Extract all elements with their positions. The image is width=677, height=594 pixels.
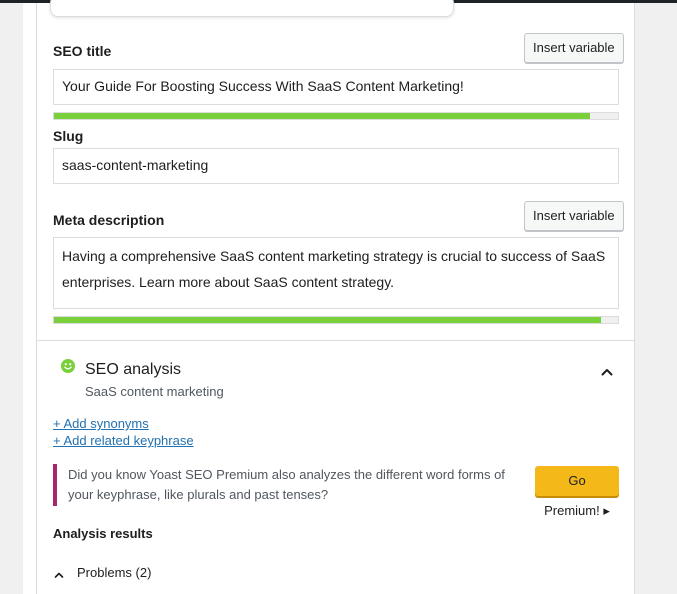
add-synonyms-link[interactable]: + Add synonyms	[53, 416, 149, 431]
meta-description-progress-bar	[53, 316, 619, 324]
slug-input[interactable]: saas-content-marketing	[53, 148, 619, 184]
yoast-seo-panel: SEO title Insert variable Your Guide For…	[36, 0, 635, 594]
left-gutter	[0, 3, 23, 594]
seo-analysis-title: SEO analysis	[85, 361, 182, 378]
section-divider	[37, 340, 635, 341]
seo-title-progress-bar	[53, 112, 619, 120]
analysis-results-heading: Analysis results	[53, 526, 153, 541]
seo-analysis-keyphrase: SaaS content marketing	[85, 384, 224, 399]
meta-description-progress-fill	[54, 317, 602, 323]
add-related-keyphrase-link[interactable]: + Add related keyphrase	[53, 433, 194, 448]
meta-description-label: Meta description	[53, 212, 165, 228]
seo-title-input[interactable]: Your Guide For Boosting Success With Saa…	[53, 69, 619, 105]
editor-left-edge	[23, 3, 36, 594]
seo-title-label: SEO title	[53, 43, 112, 59]
premium-upsell-notice: Did you know Yoast SEO Premium also anal…	[53, 464, 619, 518]
right-gutter	[635, 3, 677, 594]
go-premium-button[interactable]: Go Premium! ▸	[535, 466, 619, 518]
premium-upsell-text: Did you know Yoast SEO Premium also anal…	[68, 467, 505, 502]
snippet-preview-card-bottom	[50, 0, 454, 17]
smiley-icon	[61, 359, 75, 373]
seo-title-progress-fill	[54, 113, 590, 119]
chevron-up-icon[interactable]	[600, 365, 614, 379]
seo-title-insert-variable-button[interactable]: Insert variable	[524, 33, 624, 63]
slug-label: Slug	[53, 128, 84, 144]
meta-description-insert-variable-button[interactable]: Insert variable	[524, 201, 624, 231]
problems-label: Problems (2)	[77, 565, 152, 580]
meta-description-input[interactable]: Having a comprehensive SaaS content mark…	[53, 237, 619, 309]
chevron-up-icon	[53, 568, 65, 578]
